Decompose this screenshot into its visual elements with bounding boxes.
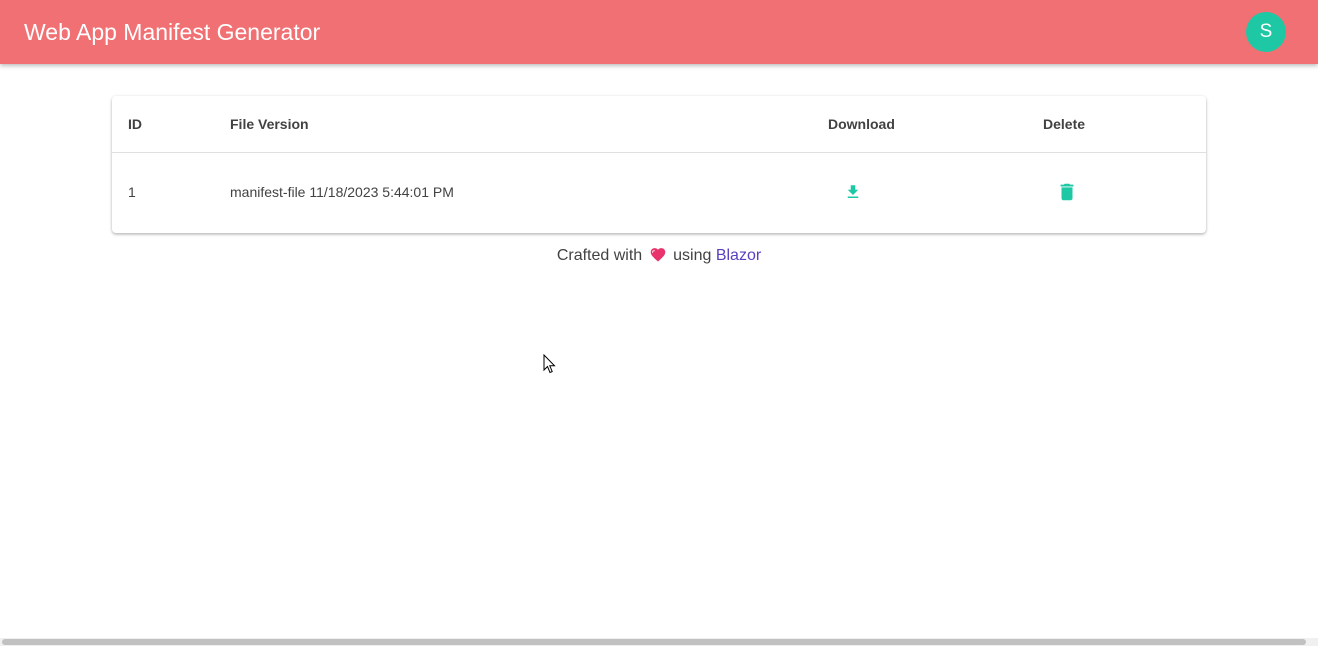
trash-icon (1060, 183, 1074, 201)
manifest-table-card: ID File Version Download Delete 1 manife… (112, 96, 1206, 233)
horizontal-scrollbar[interactable] (0, 638, 1318, 646)
column-header-file-version: File Version (230, 116, 309, 132)
mouse-pointer-icon (543, 354, 556, 374)
footer: Crafted with using Blazor (0, 246, 1318, 266)
row-id: 1 (128, 184, 136, 200)
delete-button[interactable] (1051, 176, 1083, 208)
column-header-id: ID (128, 116, 142, 132)
download-icon (847, 185, 859, 198)
scrollbar-thumb[interactable] (2, 639, 1306, 645)
download-button[interactable] (837, 176, 869, 208)
heart-icon (650, 248, 665, 262)
app-title: Web App Manifest Generator (24, 19, 321, 45)
footer-middle: using (673, 247, 712, 264)
table-row: 1 manifest-file 11/18/2023 5:44:01 PM (112, 153, 1206, 233)
column-header-delete: Delete (1043, 116, 1086, 132)
table-header: ID File Version Download Delete (112, 96, 1206, 153)
blazor-link[interactable]: Blazor (716, 247, 761, 264)
footer-prefix: Crafted with (556, 247, 643, 264)
user-avatar[interactable]: S (1246, 12, 1286, 52)
app-bar: Web App Manifest Generator S (0, 0, 1318, 64)
row-file-version: manifest-file 11/18/2023 5:44:01 PM (230, 184, 454, 200)
column-header-download: Download (828, 116, 895, 132)
